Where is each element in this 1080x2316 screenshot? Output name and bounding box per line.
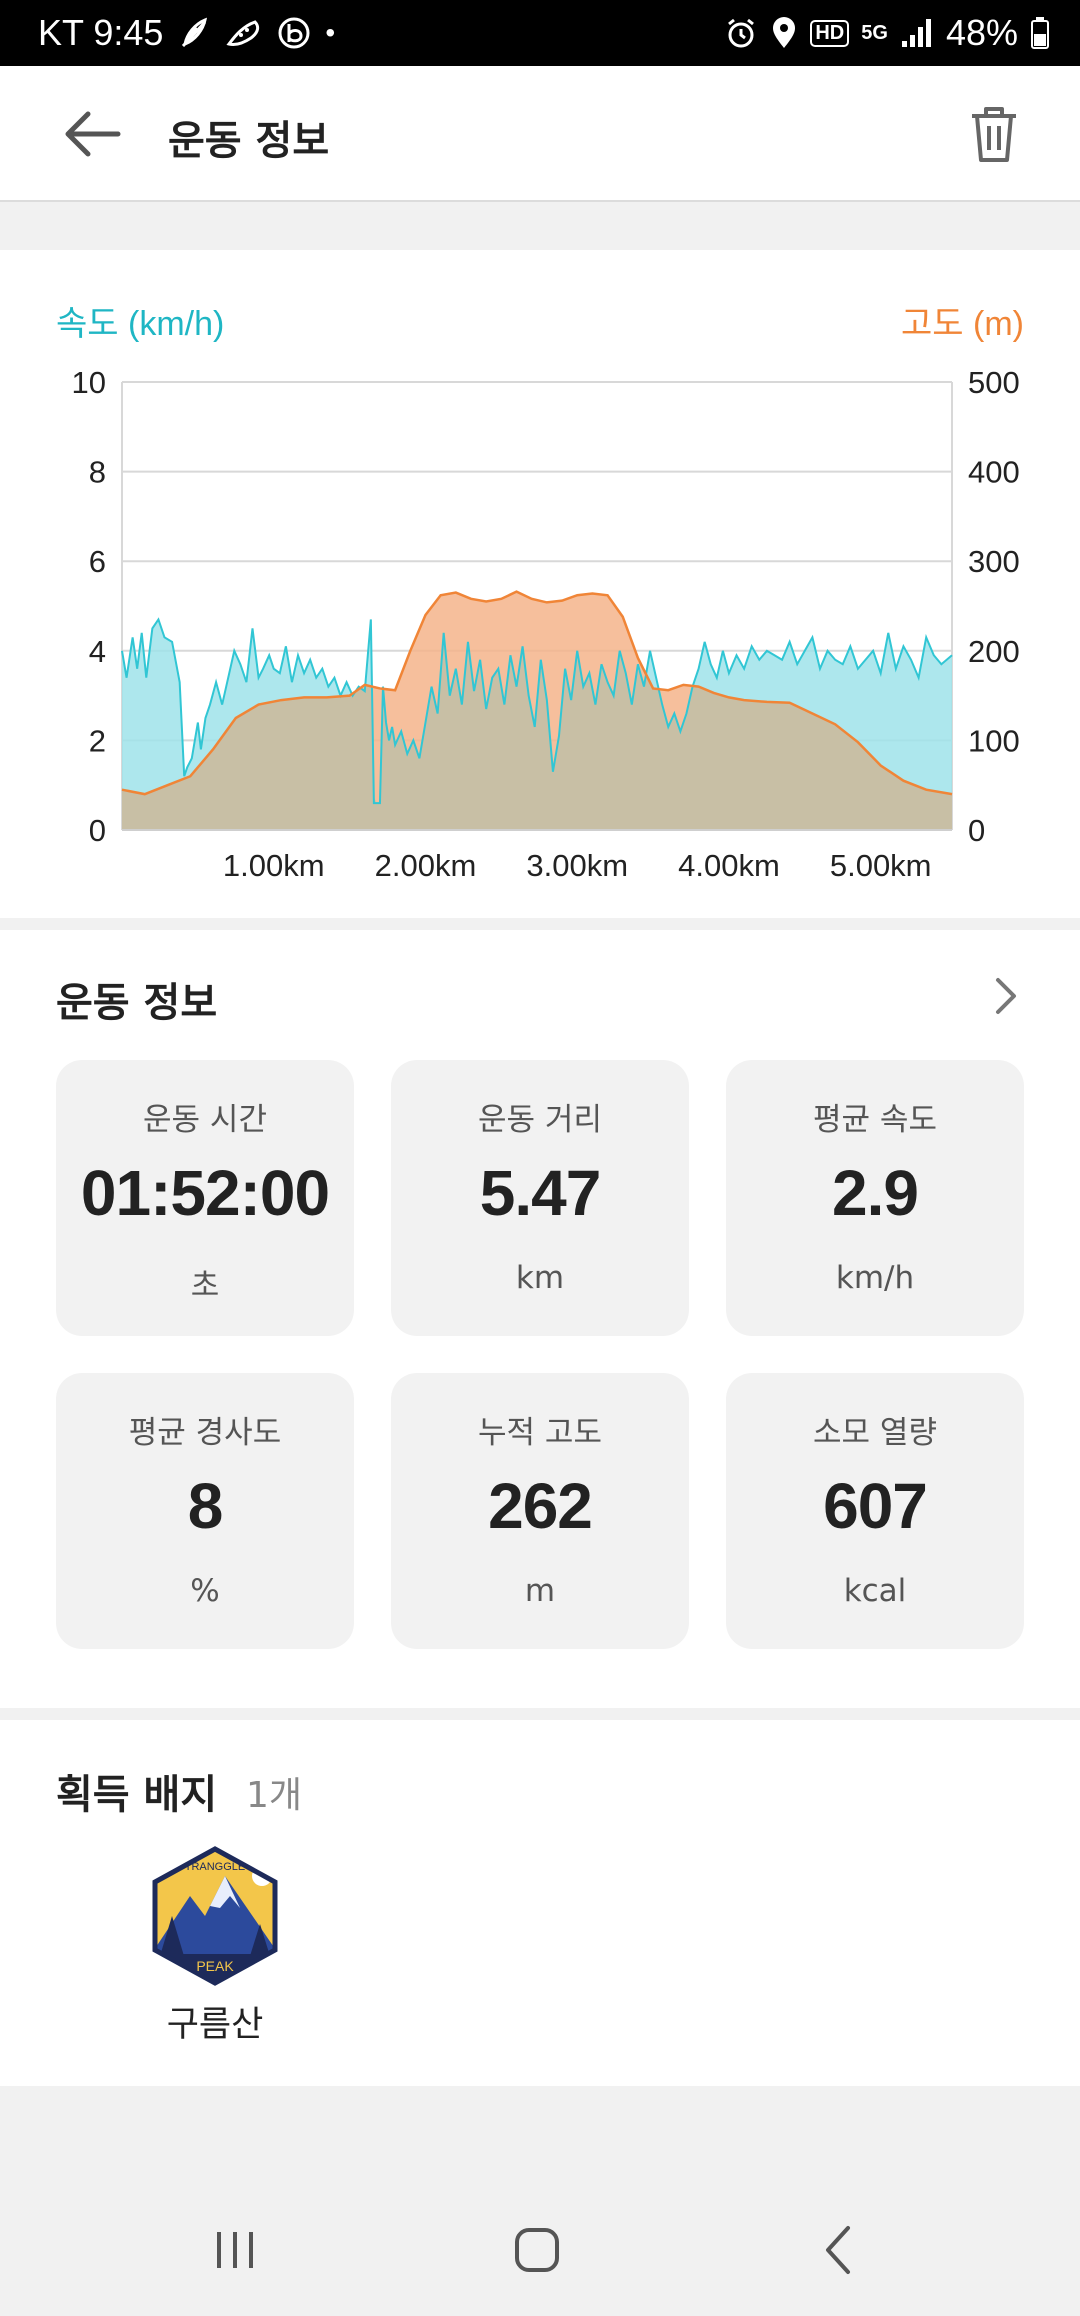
feather-icon [177,16,211,50]
stat-tile-distance: 운동 거리 5.47 km [391,1060,689,1336]
stat-label: 운동 시간 [143,1102,267,1138]
b-app-icon [277,16,311,50]
recent-apps-button[interactable] [195,2220,275,2280]
stat-tile-elevation-gain: 누적 고도 262 m [391,1373,689,1649]
badges-count: 1개 [246,1775,303,1816]
recent-apps-icon [217,2232,253,2268]
x-tick-label: 3.00km [526,848,628,883]
home-button[interactable] [497,2220,577,2280]
chevron-right-icon [996,978,1016,1014]
stat-value: 01:52:00 [80,1157,330,1229]
stat-unit: km [515,1260,565,1296]
stat-value: 8 [187,1470,224,1542]
status-bar: KT 9:45 • HD 5G 48% [0,0,1080,66]
x-tick-label: 5.00km [830,848,932,883]
network-indicator: 5G [861,21,888,44]
stat-label: 소모 열량 [813,1415,937,1451]
stat-label: 운동 거리 [478,1102,602,1138]
speed-axis-title: 속도 (km/h) [56,305,225,343]
hd-indicator: HD [810,19,850,47]
speed-altitude-chart: 024681001002003004005001.00km 2.00km 3.00k… [72,365,1020,883]
details-button[interactable] [986,972,1026,1020]
location-icon [770,16,798,50]
stat-unit: % [190,1573,220,1609]
mountain-badge-icon: TRANGGLE PEAK [152,1846,278,1986]
stat-tile-avg-speed: 평균 속도 2.9 km/h [726,1060,1024,1336]
y-tick-label-left: 8 [89,455,106,490]
altitude-axis-title: 고도 (m) [901,305,1024,343]
y-tick-label-left: 2 [89,723,106,758]
y-tick-label-left: 10 [72,365,106,400]
notification-dot: • [325,17,336,48]
y-tick-label-left: 0 [89,813,106,848]
app-bar: 운동 정보 [0,66,1080,202]
x-tick-label: 2.00km [375,848,477,883]
battery-icon [1030,16,1050,50]
badges-title: 획득 배지 [56,1772,218,1818]
badge-peak[interactable]: TRANGGLE PEAK [150,1846,280,1986]
trash-icon [972,107,1016,162]
shoe-icon [225,16,263,50]
badge-top-text: TRANGGLE [185,1861,246,1873]
carrier-time: KT 9:45 [38,12,164,53]
y-tick-label-left: 4 [89,634,106,669]
y-tick-label-right: 0 [968,813,985,848]
page-title: 운동 정보 [168,118,330,164]
stat-unit: 초 [190,1268,220,1304]
stat-label: 평균 속도 [813,1102,937,1138]
stat-label: 평균 경사도 [128,1415,282,1451]
badge-name: 구름산 [166,2005,264,2045]
y-tick-label-right: 500 [968,365,1020,400]
delete-button[interactable] [962,102,1026,166]
stat-unit: kcal [843,1573,907,1609]
y-tick-label-right: 400 [968,455,1020,490]
stat-label: 누적 고도 [478,1415,602,1451]
y-tick-label-right: 100 [968,723,1020,758]
stat-tile-avg-slope: 평균 경사도 8 % [56,1373,354,1649]
stat-value: 607 [823,1470,928,1542]
y-tick-label-right: 200 [968,634,1020,669]
alarm-icon [724,16,758,50]
nav-back-button[interactable] [800,2220,880,2280]
badge-bottom-text: PEAK [196,1958,234,1974]
x-tick-label: 4.00km [678,848,780,883]
system-nav-bar [0,2180,1080,2316]
arrow-left-icon [65,111,121,157]
stat-unit: km/h [835,1260,915,1296]
stat-tile-duration: 운동 시간 01:52:00 초 [56,1060,354,1336]
y-tick-label-left: 6 [89,544,106,579]
stat-unit: m [524,1573,556,1609]
home-icon [515,2228,559,2272]
stat-value: 2.9 [832,1157,919,1229]
back-button[interactable] [62,106,126,162]
x-tick-label: 1.00km [223,848,325,883]
stat-value: 262 [488,1470,593,1542]
y-tick-label-right: 300 [968,544,1020,579]
stat-tile-calories: 소모 열량 607 kcal [726,1373,1024,1649]
battery-percent: 48% [945,12,1018,53]
chevron-left-icon [826,2226,850,2274]
stat-value: 5.47 [479,1157,602,1229]
signal-icon [900,17,934,49]
section-title: 운동 정보 [56,980,218,1026]
